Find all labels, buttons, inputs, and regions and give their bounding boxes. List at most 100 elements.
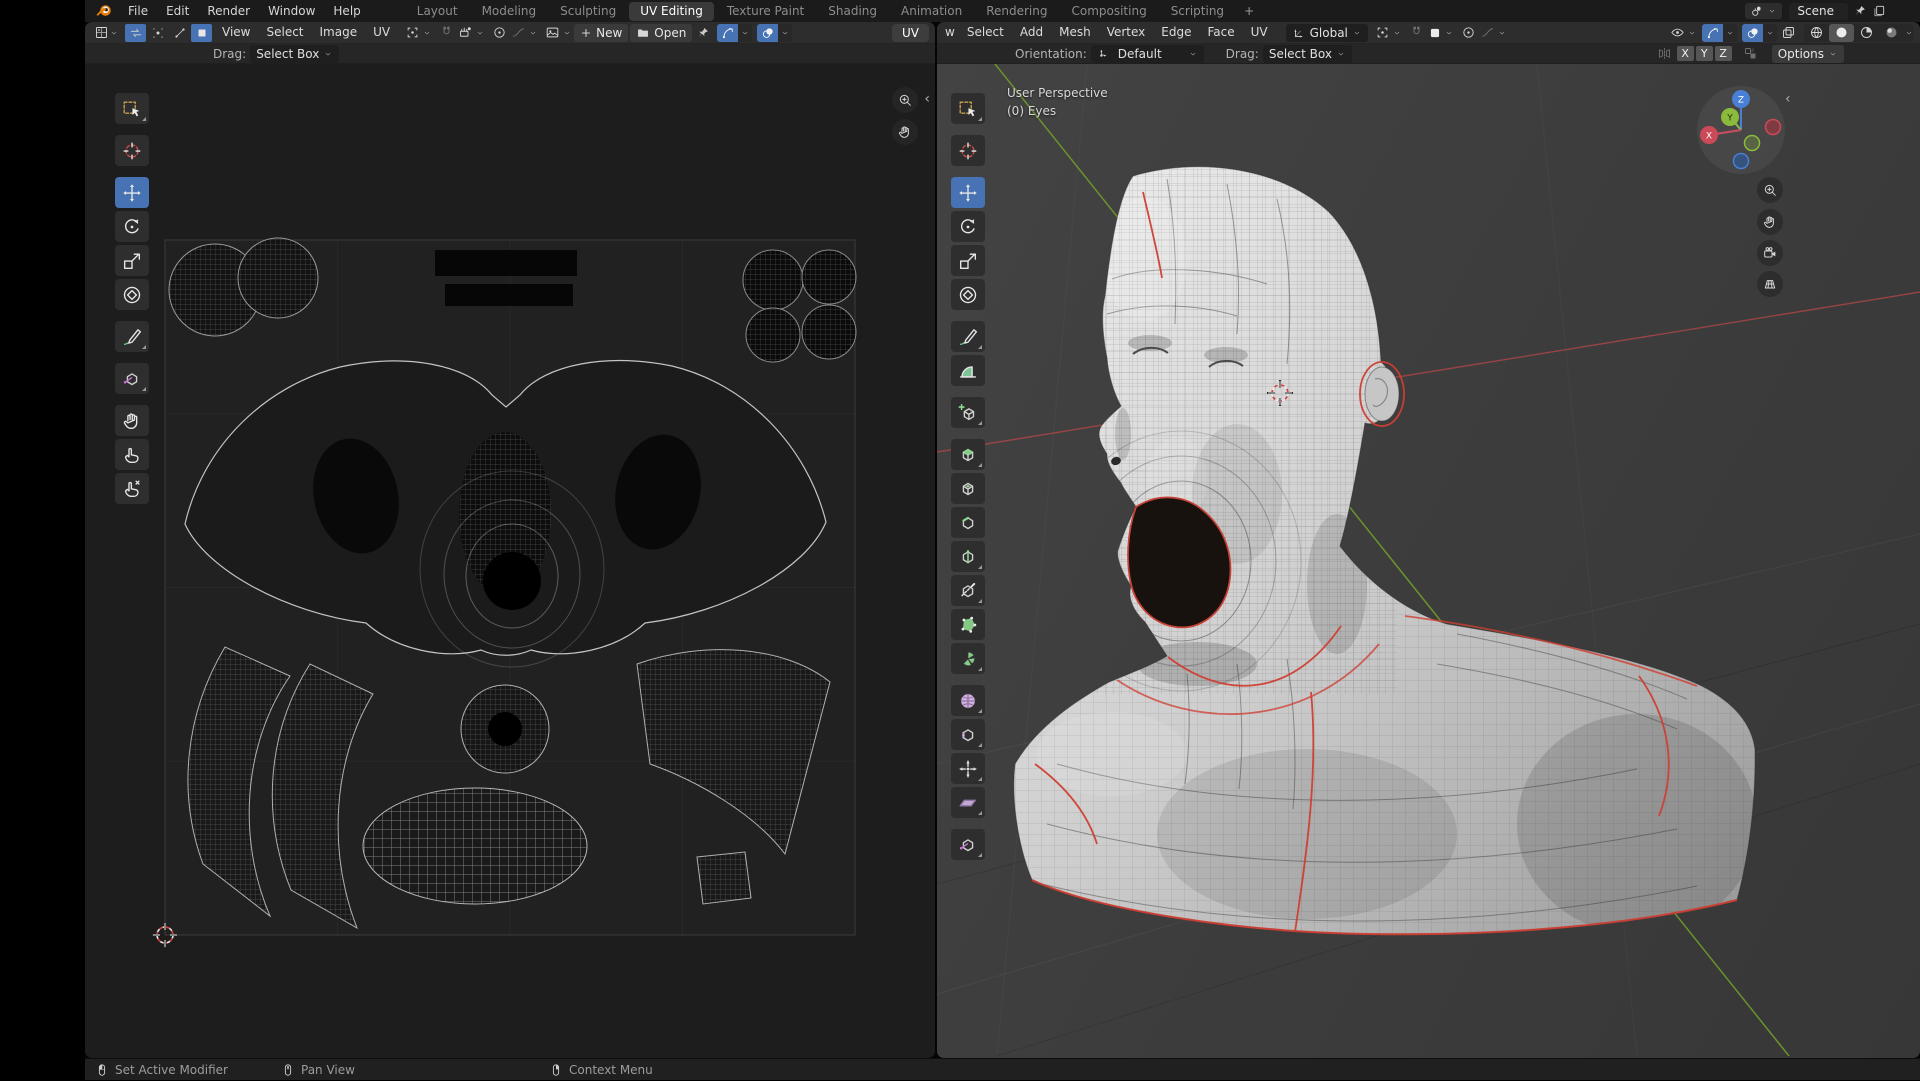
image-browser-dropdown[interactable] <box>543 24 572 41</box>
viewport-menu-add[interactable]: Add <box>1012 24 1051 41</box>
sidebar-collapse-arrow[interactable]: ‹ <box>924 92 930 106</box>
workspace-tab-scripting[interactable]: Scripting <box>1160 2 1235 21</box>
uv-canvas[interactable]: ‹ <box>85 64 935 1058</box>
tool-rip-region[interactable] <box>951 829 985 860</box>
tool-spin[interactable] <box>951 643 985 674</box>
tool-shear[interactable] <box>951 787 985 818</box>
workspace-tab-compositing[interactable]: Compositing <box>1060 2 1157 21</box>
open-image-button[interactable]: Open <box>630 23 693 42</box>
tool-edge-slide[interactable] <box>951 719 985 750</box>
blender-logo-icon[interactable] <box>95 3 113 19</box>
tool-scale[interactable] <box>951 245 985 276</box>
edge-select-mode[interactable] <box>169 23 190 42</box>
viewport-menu-vertex[interactable]: Vertex <box>1099 24 1154 41</box>
pivot-point-dropdown[interactable] <box>403 24 432 41</box>
perspective-toggle-button[interactable] <box>1757 271 1783 297</box>
camera-view-button[interactable] <box>1757 240 1783 266</box>
tool-annotate[interactable] <box>115 321 149 352</box>
shading-solid[interactable] <box>1829 23 1854 42</box>
sidebar-collapse-arrow[interactable]: ‹ <box>1785 92 1791 106</box>
tool-measure[interactable] <box>951 355 985 386</box>
tool-rotate[interactable] <box>115 211 149 242</box>
menu-file[interactable]: File <box>119 2 157 20</box>
tool-loop-cut[interactable] <box>951 541 985 572</box>
viewport-menu-uv[interactable]: UV <box>1243 24 1276 41</box>
workspace-tab-sculpting[interactable]: Sculpting <box>549 2 627 21</box>
tool-poly-build[interactable] <box>951 609 985 640</box>
tool-cursor-3d[interactable] <box>951 135 985 166</box>
object-visibility-dropdown[interactable] <box>1668 24 1697 41</box>
zoom-button[interactable] <box>1757 177 1783 203</box>
drag-mode-dropdown[interactable]: Select Box <box>250 44 340 63</box>
proportional-edit-dropdown[interactable] <box>490 24 538 41</box>
tool-smooth[interactable] <box>951 685 985 716</box>
viewport-menu-face[interactable]: Face <box>1199 24 1242 41</box>
menu-help[interactable]: Help <box>324 2 369 20</box>
scene-name[interactable]: Scene <box>1789 2 1848 20</box>
pan-button[interactable] <box>892 119 918 145</box>
uv-menu-pill[interactable]: UV <box>892 23 929 42</box>
viewport-menu-select[interactable]: Select <box>959 24 1012 41</box>
tool-scale[interactable] <box>115 245 149 276</box>
viewport-menu-edge[interactable]: Edge <box>1153 24 1199 41</box>
scene-selector[interactable] <box>1745 3 1783 19</box>
tool-rotate[interactable] <box>951 211 985 242</box>
mirror-icon[interactable] <box>1657 46 1672 61</box>
zoom-button[interactable] <box>892 87 918 113</box>
drag-mode-dropdown[interactable]: Select Box <box>1262 44 1352 63</box>
shading-material[interactable] <box>1854 24 1879 42</box>
workspace-tab-layout[interactable]: Layout <box>406 2 469 21</box>
transform-orientation-dropdown[interactable]: Global <box>1285 23 1368 42</box>
workspace-tab-rendering[interactable]: Rendering <box>975 2 1058 21</box>
pin-icon[interactable] <box>1853 4 1867 18</box>
uv-menu-view[interactable]: View <box>214 24 258 41</box>
snap-settings-icon[interactable] <box>1743 46 1758 61</box>
uv-menu-image[interactable]: Image <box>312 24 366 41</box>
axis-toggle-y[interactable]: Y <box>1695 46 1713 61</box>
overlays-toggle[interactable] <box>1742 23 1777 42</box>
tool-transform[interactable] <box>115 279 149 310</box>
tool-select-box[interactable] <box>115 93 149 124</box>
tool-knife[interactable] <box>951 575 985 606</box>
tool-rip-region[interactable] <box>115 363 149 394</box>
shading-rendered[interactable] <box>1879 24 1904 42</box>
chevron-down-icon[interactable] <box>1904 28 1914 38</box>
editor-type-dropdown[interactable] <box>94 25 119 40</box>
gizmos-toggle[interactable] <box>1702 23 1737 42</box>
new-image-button[interactable]: New <box>574 23 629 42</box>
tool-select-box[interactable] <box>951 93 985 124</box>
gizmos-toggle[interactable] <box>717 23 753 42</box>
tool-inset-faces[interactable] <box>951 473 985 504</box>
add-workspace-button[interactable]: + <box>1237 2 1261 21</box>
snap-dropdown[interactable] <box>1407 24 1454 41</box>
tool-bevel[interactable] <box>951 507 985 538</box>
tool-relax[interactable] <box>115 439 149 470</box>
tool-pinch[interactable] <box>115 473 149 504</box>
tool-move[interactable] <box>951 177 985 208</box>
workspace-tab-texture-paint[interactable]: Texture Paint <box>716 2 815 21</box>
shading-wireframe[interactable] <box>1804 24 1829 42</box>
pin-icon[interactable] <box>694 25 712 41</box>
tool-add-cube[interactable] <box>951 397 985 428</box>
pan-button[interactable] <box>1757 209 1783 235</box>
viewport-canvas[interactable]: User Perspective (0) Eyes ZY X ‹ <box>937 64 1920 1058</box>
proportional-edit-dropdown[interactable] <box>1459 24 1507 41</box>
view-menu-clipped[interactable]: w <box>943 24 957 41</box>
vertex-select-mode[interactable] <box>147 23 168 42</box>
uv-menu-uv[interactable]: UV <box>365 24 398 41</box>
tool-move[interactable] <box>115 177 149 208</box>
uv-sync-selection-toggle[interactable] <box>125 23 146 42</box>
tool-extrude-region[interactable] <box>951 439 985 470</box>
navigation-gizmo[interactable]: ZY X <box>1691 80 1791 180</box>
workspace-tab-animation[interactable]: Animation <box>890 2 973 21</box>
axis-toggle-x[interactable]: X <box>1676 46 1694 61</box>
menu-edit[interactable]: Edit <box>157 2 198 20</box>
workspace-tab-modeling[interactable]: Modeling <box>471 2 548 21</box>
viewport-menu-mesh[interactable]: Mesh <box>1051 24 1099 41</box>
pivot-point-dropdown[interactable] <box>1373 24 1402 41</box>
new-scene-icon[interactable] <box>1872 4 1886 18</box>
axis-toggle-z[interactable]: Z <box>1714 46 1732 61</box>
menu-render[interactable]: Render <box>198 2 259 20</box>
tool-annotate[interactable] <box>951 321 985 352</box>
options-dropdown[interactable]: Options <box>1771 44 1844 63</box>
